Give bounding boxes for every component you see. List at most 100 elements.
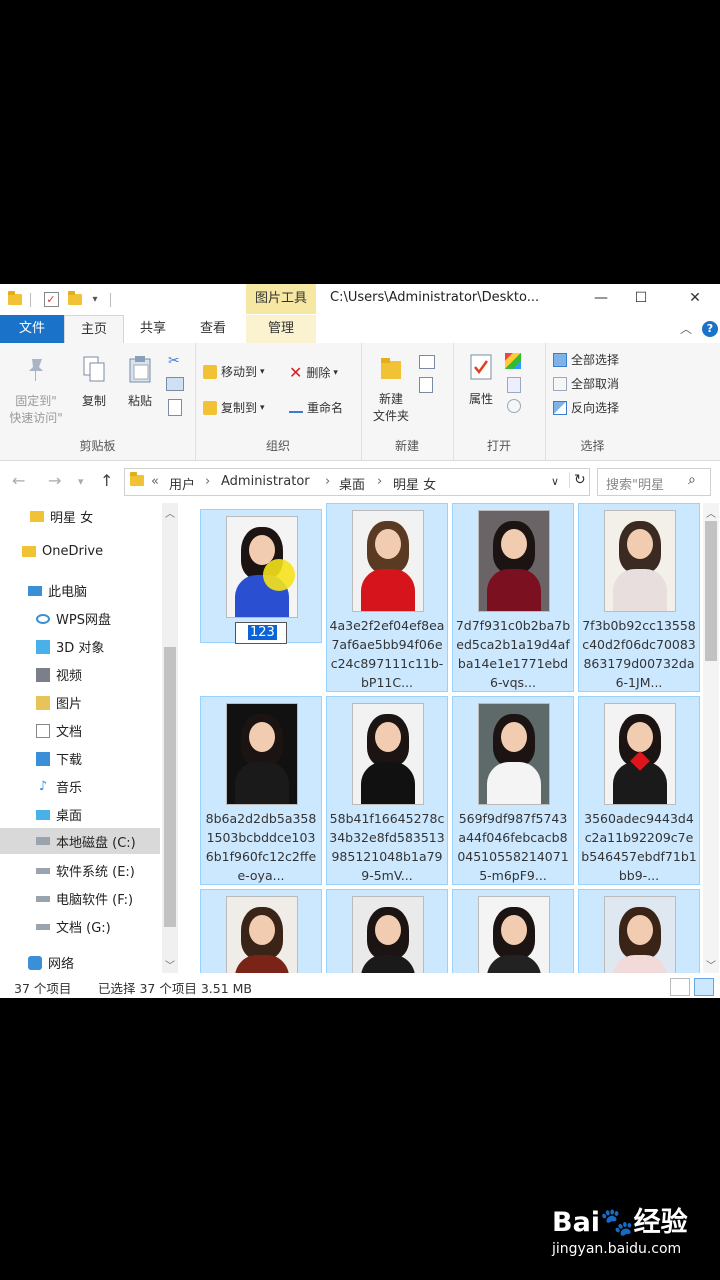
nav-item-drive-e[interactable]: 软件系统 (E:) (36, 861, 135, 880)
nav-item-local-disk-c[interactable]: 本地磁盘 (C:) (0, 828, 160, 854)
select-all-icon (553, 352, 567, 367)
file-item[interactable] (452, 889, 574, 973)
file-item[interactable]: 58b41f16645278c34b32e8fd583513985121048b… (326, 696, 448, 885)
new-item-icon[interactable] (419, 355, 435, 369)
close-button[interactable]: ✕ (672, 284, 718, 314)
nav-item-desktop[interactable]: 桌面 (36, 805, 82, 824)
invert-selection-button[interactable]: 反向选择 (553, 399, 619, 416)
image-thumbnail (478, 703, 550, 805)
search-icon[interactable]: ⌕ (688, 472, 696, 488)
nav-item-downloads[interactable]: 下载 (36, 749, 82, 768)
file-item[interactable]: 7d7f931c0b2ba7bed5ca2b1a19d4afba14e1e177… (452, 503, 574, 692)
paste-button[interactable]: 粘贴 (114, 355, 166, 409)
copy-label: 复制 (81, 394, 106, 408)
organize-group-label: 组织 (265, 439, 290, 453)
file-grid-scroll-thumb[interactable] (705, 521, 717, 661)
file-item[interactable] (326, 889, 448, 973)
paste-shortcut-icon[interactable] (168, 399, 182, 416)
recent-dropdown-icon[interactable]: ▾ (78, 475, 84, 488)
nav-item-documents[interactable]: 文档 (36, 721, 82, 740)
rename-input[interactable]: 123 (235, 622, 287, 644)
breadcrumb-current-folder[interactable]: 明星 女 (393, 474, 436, 493)
open-with-icon[interactable] (505, 353, 521, 369)
file-item[interactable]: 7f3b0b92cc13558c40d2f06dc70083863179d007… (578, 503, 700, 692)
nav-item-music[interactable]: ♪ 音乐 (36, 777, 82, 796)
refresh-icon[interactable]: ↻ (569, 472, 586, 488)
tab-manage[interactable]: 管理 (246, 315, 316, 343)
new-folder-quick-icon[interactable] (66, 290, 84, 308)
nav-scroll-thumb[interactable] (164, 647, 176, 927)
file-item[interactable] (200, 889, 322, 973)
file-item[interactable]: 3560adec9443d4c2a11b92209c7eb546457ebdf7… (578, 696, 700, 885)
maximize-button[interactable]: ☐ (618, 284, 664, 314)
pin-quick-access-button[interactable]: 固定到" 快速访问" (6, 355, 66, 426)
delete-button[interactable]: ✕ 删除 ▾ (289, 363, 338, 382)
nav-label: 文档 (56, 725, 83, 740)
overflow-crumb[interactable]: « (151, 474, 159, 489)
breadcrumb-desktop[interactable]: 桌面 (339, 474, 365, 493)
nav-item-network[interactable]: 网络 (28, 953, 74, 972)
scroll-down-icon[interactable]: ﹀ (165, 957, 175, 972)
file-item[interactable] (578, 889, 700, 973)
scroll-down-icon[interactable]: ﹀ (706, 957, 716, 972)
tab-view[interactable]: 查看 (186, 315, 240, 343)
search-box[interactable]: 搜索"明星 ⌕ (597, 468, 711, 496)
file-item[interactable]: 569f9df987f5743a44f046febcacb80451055821… (452, 696, 574, 885)
scroll-up-icon[interactable]: ︿ (706, 505, 716, 520)
nav-item-pictures[interactable]: 图片 (36, 693, 82, 712)
nav-item-3d-objects[interactable]: 3D 对象 (36, 637, 104, 656)
customize-quick-access-icon[interactable]: ▾ (88, 290, 102, 308)
collapse-ribbon-icon[interactable]: ︿ (680, 320, 692, 337)
forward-icon[interactable]: → (48, 471, 61, 490)
easy-access-icon[interactable] (419, 377, 433, 393)
breadcrumb-users[interactable]: 用户 (169, 474, 195, 493)
folder-icon[interactable] (6, 290, 24, 308)
nav-item-drive-f[interactable]: 电脑软件 (F:) (36, 889, 133, 908)
nav-scrollbar[interactable]: ︿ ﹀ (162, 503, 178, 973)
select-none-button[interactable]: 全部取消 (553, 375, 619, 392)
nav-item-this-pc[interactable]: 此电脑 (28, 581, 87, 600)
nav-item-drive-g[interactable]: 文档 (G:) (36, 917, 111, 936)
nav-label: 网络 (48, 957, 75, 972)
copy-button[interactable]: 复制 (68, 355, 120, 409)
history-icon[interactable] (507, 399, 521, 413)
drive-icon (36, 837, 50, 845)
up-icon[interactable]: ↑ (100, 471, 113, 490)
help-icon[interactable]: ? (702, 321, 718, 337)
nav-item-videos[interactable]: 视频 (36, 665, 82, 684)
nav-item-wps[interactable]: WPS网盘 (36, 609, 111, 628)
scroll-up-icon[interactable]: ︿ (165, 505, 175, 520)
address-history-dropdown-icon[interactable]: ∨ (551, 475, 559, 488)
copy-to-button[interactable]: 复制到 ▾ (203, 399, 265, 416)
tab-share[interactable]: 共享 (126, 315, 180, 343)
copy-path-icon[interactable] (166, 377, 184, 391)
details-view-icon[interactable] (670, 978, 690, 996)
selection-info: 已选择 37 个项目 3.51 MB (98, 981, 252, 996)
tab-home[interactable]: 主页 (64, 315, 124, 345)
image-thumbnail (226, 896, 298, 973)
address-bar[interactable]: « 用户 › Administrator › 桌面 › 明星 女 ∨ ↻ (124, 468, 590, 496)
file-item[interactable]: 4a3e2f2ef04ef8ea7af6ae5bb94f06ec24c89711… (326, 503, 448, 692)
edit-icon[interactable] (507, 377, 521, 393)
properties-button[interactable]: 属性 (455, 353, 507, 407)
nav-item-folder-star[interactable]: 明星 女 (30, 507, 93, 526)
breadcrumb-administrator[interactable]: Administrator (221, 474, 310, 489)
back-icon[interactable]: ← (12, 471, 25, 490)
move-to-button[interactable]: 移动到 ▾ (203, 363, 265, 380)
nav-item-onedrive[interactable]: OneDrive (22, 544, 103, 559)
invert-selection-icon (553, 400, 567, 415)
file-item[interactable]: 8b6a2d2db5a3581503bcbddce1036b1f960fc12c… (200, 696, 322, 885)
new-folder-label-line2: 文件夹 (372, 409, 409, 423)
tab-file[interactable]: 文件 (0, 315, 64, 343)
cut-icon[interactable]: ✂ (168, 353, 180, 369)
rename-button[interactable]: 重命名 (289, 399, 343, 416)
clipboard-group-label: 剪贴板 (79, 439, 116, 453)
new-group: 新建 文件夹 新建 (361, 343, 454, 460)
large-icons-view-icon[interactable] (694, 978, 714, 996)
pin-icon (29, 359, 43, 381)
file-item[interactable]: 123 (200, 509, 322, 644)
properties-checkbox-icon[interactable]: ✓ (42, 290, 60, 308)
file-grid-scrollbar[interactable]: ︿ ﹀ (703, 503, 719, 973)
new-folder-button[interactable]: 新建 文件夹 (365, 353, 417, 424)
select-all-button[interactable]: 全部选择 (553, 351, 619, 368)
